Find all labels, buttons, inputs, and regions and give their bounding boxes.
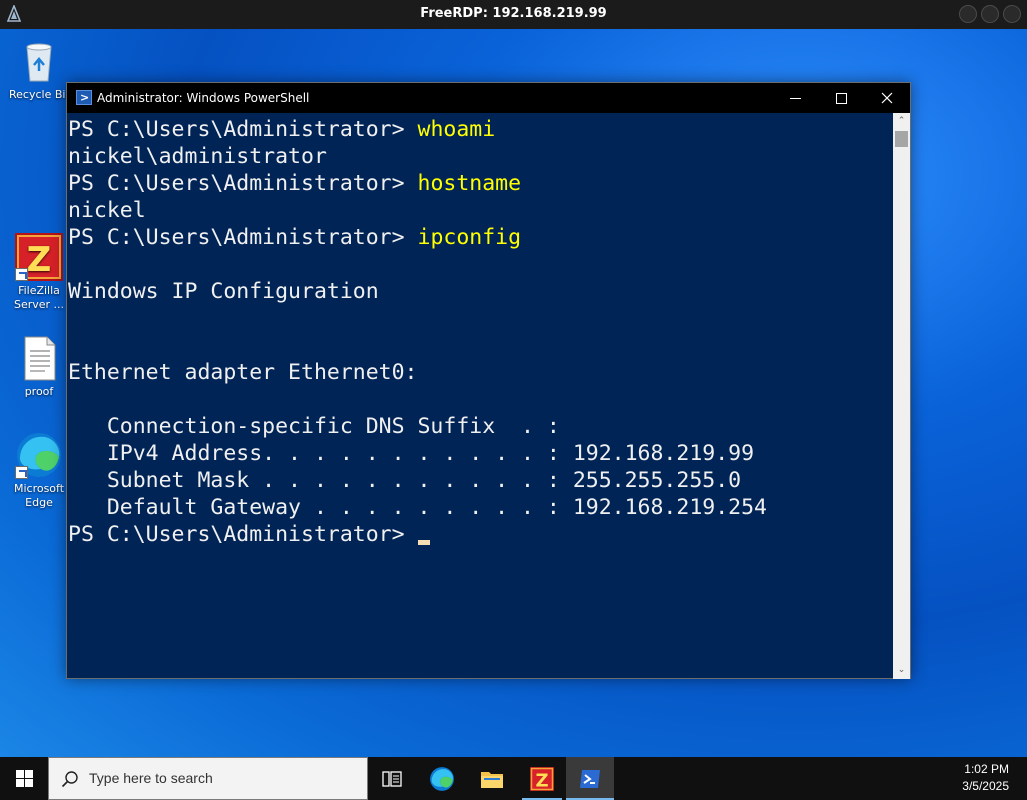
console-prompt: PS C:\Users\Administrator> — [68, 225, 418, 250]
freerdp-close-button[interactable] — [1003, 5, 1021, 23]
taskbar: Type here to search Z 1:02 PM 3/5/2025 — [0, 757, 1027, 800]
maximize-button[interactable] — [818, 83, 864, 113]
powershell-title-bar[interactable]: > Administrator: Windows PowerShell — [67, 83, 910, 113]
minimize-icon — [789, 98, 801, 99]
taskbar-edge-button[interactable] — [418, 757, 466, 800]
windows-logo-icon — [15, 770, 33, 787]
scrollbar-thumb[interactable] — [895, 131, 908, 147]
desktop-icon-label: FileZilla Server ... — [13, 284, 65, 311]
powershell-icon — [580, 769, 600, 788]
text-cursor — [417, 540, 430, 545]
desktop-icon-label: proof — [24, 385, 54, 398]
desktop-icon-label: Microsoft Edge — [13, 482, 65, 509]
taskbar-search-box[interactable]: Type here to search — [48, 757, 368, 800]
search-placeholder: Type here to search — [89, 770, 213, 786]
start-button[interactable] — [0, 757, 48, 800]
console-text: Subnet Mask . . . . . . . . . . . : 255.… — [68, 468, 742, 493]
freerdp-minimize-button[interactable] — [959, 5, 977, 23]
console-command: hostname — [417, 171, 522, 196]
edge-icon — [15, 431, 63, 479]
console-command: ipconfig — [417, 225, 522, 250]
desktop-icon-label: Recycle Bin — [9, 88, 73, 101]
freerdp-maximize-button[interactable] — [981, 5, 999, 23]
shortcut-arrow-icon — [15, 466, 28, 479]
console-text: Default Gateway . . . . . . . . . : 192.… — [68, 495, 767, 520]
console-output-line: Connection-specific DNS Suffix . : — [68, 413, 895, 440]
desktop-icon-recycle-bin[interactable]: Recycle Bin — [4, 37, 74, 102]
console-output-line: Ethernet adapter Ethernet0: — [68, 359, 895, 386]
console-text: IPv4 Address. . . . . . . . . . . : 192.… — [68, 441, 755, 466]
console-prompt: PS C:\Users\Administrator> — [68, 171, 418, 196]
console-text: nickel — [68, 198, 146, 223]
console-output-line: nickel — [68, 197, 895, 224]
edge-icon — [430, 766, 454, 791]
freerdp-title-bar: FreeRDP: 192.168.219.99 — [0, 0, 1027, 29]
console-text: Connection-specific DNS Suffix . : — [68, 414, 560, 439]
task-view-button[interactable] — [368, 757, 416, 800]
close-icon — [881, 92, 893, 104]
console-output-line: Default Gateway . . . . . . . . . : 192.… — [68, 494, 895, 521]
text-file-icon — [15, 334, 63, 382]
shortcut-arrow-icon — [15, 268, 28, 281]
powershell-window[interactable]: > Administrator: Windows PowerShell PS C… — [66, 82, 911, 679]
console-text: Windows IP Configuration — [68, 279, 379, 304]
console-text: Ethernet adapter Ethernet0: — [68, 360, 418, 385]
console-output-line: Subnet Mask . . . . . . . . . . . : 255.… — [68, 467, 895, 494]
minimize-button[interactable] — [772, 83, 818, 113]
console-output[interactable]: PS C:\Users\Administrator> whoami nickel\… — [67, 113, 895, 679]
console-output-line: Windows IP Configuration — [68, 278, 895, 305]
taskbar-clock[interactable]: 1:02 PM 3/5/2025 — [962, 761, 1009, 795]
taskbar-filezilla-button[interactable]: Z — [518, 757, 566, 800]
console-output-line: nickel\administrator — [68, 143, 895, 170]
console-prompt-line: PS C:\Users\Administrator> whoami — [68, 116, 895, 143]
vertical-scrollbar[interactable]: ⌃ ⌄ — [893, 113, 910, 679]
svg-text:Z: Z — [27, 240, 52, 280]
console-text: nickel\administrator — [68, 144, 327, 169]
desktop-icon-microsoft-edge[interactable]: Microsoft Edge — [4, 431, 74, 510]
clock-date: 3/5/2025 — [962, 779, 1009, 793]
console-output-line: IPv4 Address. . . . . . . . . . . : 192.… — [68, 440, 895, 467]
desktop-icon-filezilla-server[interactable]: Z FileZilla Server ... — [4, 233, 74, 312]
filezilla-icon: Z — [530, 766, 554, 791]
desktop-icon-proof[interactable]: proof — [4, 334, 74, 399]
taskbar-powershell-button[interactable] — [566, 757, 614, 800]
task-view-icon — [382, 770, 402, 787]
console-command: whoami — [417, 117, 496, 142]
taskbar-file-explorer-button[interactable] — [468, 757, 516, 800]
search-icon — [61, 771, 78, 788]
console-prompt-line: PS C:\Users\Administrator> hostname — [68, 170, 895, 197]
clock-time: 1:02 PM — [964, 762, 1009, 776]
folder-icon — [481, 771, 503, 788]
scroll-up-icon[interactable]: ⌃ — [893, 113, 910, 130]
console-prompt-line: PS C:\Users\Administrator> — [68, 521, 895, 548]
window-title: Administrator: Windows PowerShell — [97, 91, 310, 105]
console-prompt-line: PS C:\Users\Administrator> ipconfig — [68, 224, 895, 251]
maximize-icon — [835, 92, 847, 104]
console-prompt: PS C:\Users\Administrator> — [68, 117, 418, 142]
svg-text:Z: Z — [535, 770, 548, 791]
recycle-bin-icon — [15, 37, 63, 85]
close-button[interactable] — [864, 83, 910, 113]
scroll-down-icon[interactable]: ⌄ — [893, 662, 910, 679]
console-prompt: PS C:\Users\Administrator> — [68, 522, 418, 547]
freerdp-title: FreeRDP: 192.168.219.99 — [420, 6, 607, 21]
powershell-icon: > — [76, 90, 92, 105]
filezilla-icon: Z — [15, 233, 63, 281]
